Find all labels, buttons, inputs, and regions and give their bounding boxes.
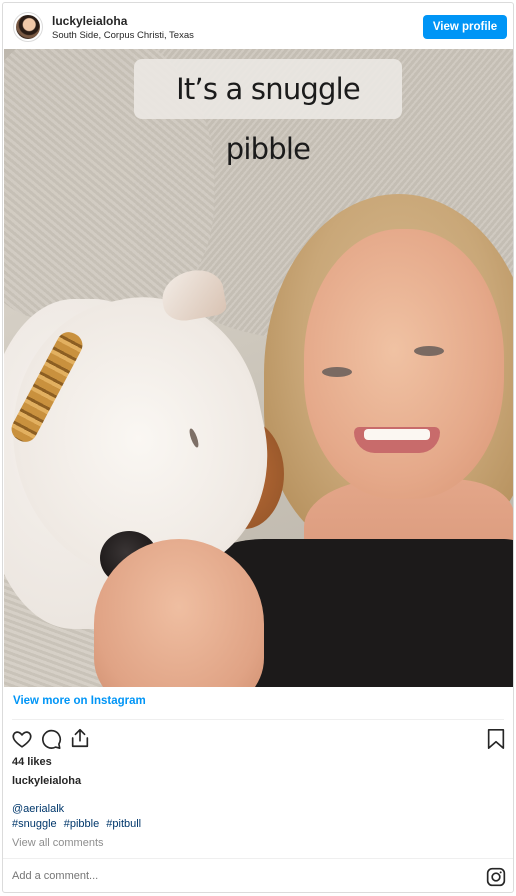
hashtag-link[interactable]: #pitbull: [106, 818, 141, 830]
heart-icon[interactable]: [11, 728, 33, 750]
comment-bubble-icon[interactable]: [40, 728, 62, 750]
action-bar: [3, 725, 513, 753]
likes-count[interactable]: 44 likes: [12, 756, 52, 768]
comment-bar: [3, 858, 513, 892]
photo-caption-overlay: It’s a snuggle pibble: [134, 59, 402, 166]
caption-hashtags: #snuggle #pibble #pitbull: [12, 818, 145, 830]
header-location[interactable]: South Side, Corpus Christi, Texas: [52, 30, 194, 41]
hashtag-link[interactable]: #pibble: [64, 818, 99, 830]
share-upload-icon[interactable]: [69, 727, 91, 749]
view-more-link[interactable]: View more on Instagram: [13, 695, 146, 707]
avatar[interactable]: [13, 12, 43, 42]
woman-left-eye: [322, 367, 352, 377]
caption-mention[interactable]: @aerialalk: [12, 803, 64, 815]
caption-username[interactable]: luckyleialoha: [12, 775, 81, 787]
bookmark-icon[interactable]: [486, 728, 506, 750]
post-header: luckyleialoha South Side, Corpus Christi…: [3, 3, 513, 49]
instagram-icon[interactable]: [486, 867, 506, 887]
divider: [12, 719, 504, 720]
hashtag-link[interactable]: #snuggle: [12, 818, 57, 830]
avatar-image: [16, 15, 40, 39]
view-profile-button[interactable]: View profile: [423, 15, 507, 39]
woman-teeth: [364, 429, 430, 440]
woman-face: [304, 229, 504, 499]
header-username[interactable]: luckyleialoha: [52, 14, 127, 28]
instagram-embed-card: luckyleialoha South Side, Corpus Christi…: [2, 2, 514, 893]
view-all-comments-link[interactable]: View all comments: [12, 837, 104, 849]
comment-input[interactable]: [12, 870, 312, 882]
woman-right-eye: [414, 346, 444, 356]
post-photo[interactable]: It’s a snuggle pibble: [4, 49, 513, 687]
